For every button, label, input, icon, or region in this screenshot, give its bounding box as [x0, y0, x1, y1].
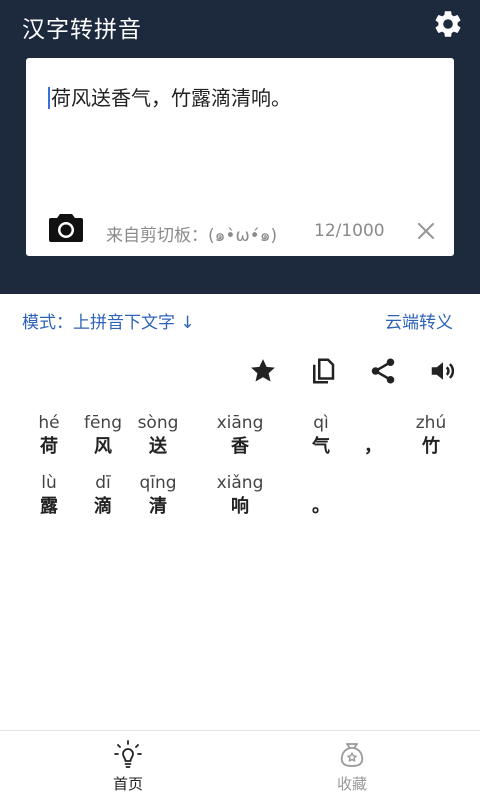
hanzi-text: 香: [231, 436, 249, 457]
input-card: 荷风送香气，竹露滴清响。 来自剪切板：(๑•̀ω•́๑) 12/1000: [26, 58, 454, 256]
pinyin-cell: qīng 清: [123, 472, 193, 520]
share-icon[interactable]: [368, 356, 398, 386]
pinyin-text: sòng: [137, 413, 179, 433]
pinyin-cell: 。: [286, 472, 356, 520]
pinyin-text: qīng: [139, 473, 177, 493]
tab-home[interactable]: 首页: [78, 739, 178, 794]
hanzi-text: 清: [149, 496, 167, 517]
text-caret: [48, 87, 50, 109]
star-icon[interactable]: [248, 356, 278, 386]
tab-favorites[interactable]: 收藏: [302, 739, 402, 794]
pinyin-text: [286, 472, 356, 494]
pinyin-text: xiǎng: [216, 473, 264, 493]
char-count: 12/1000: [314, 221, 385, 241]
pinyin-cell: xiǎng 响: [205, 472, 275, 520]
lightbulb-icon: [114, 740, 142, 768]
favorites-bag-icon: [340, 743, 364, 767]
tab-home-label: 首页: [112, 775, 143, 793]
gear-icon[interactable]: [432, 8, 464, 40]
hanzi-text: 。: [312, 496, 330, 517]
pinyin-cell: xiāng 香: [205, 412, 275, 460]
bottom-tab-bar: 首页 收藏: [0, 730, 480, 800]
mode-selector[interactable]: 模式：上拼音下文字 ↓: [22, 308, 195, 333]
text-input-value: 荷风送香气，竹露滴清响。: [51, 86, 291, 110]
hanzi-text: 竹: [422, 436, 440, 457]
header: 汉字转拼音 荷风送香气，竹露滴清响。 来自剪切板：(๑•̀ω•́๑) 12/10…: [0, 0, 480, 294]
text-input[interactable]: 荷风送香气，竹露滴清响。: [48, 82, 291, 111]
pinyin-text: xiāng: [216, 413, 264, 433]
pinyin-cell: sòng 送: [123, 412, 193, 460]
tab-favorites-label: 收藏: [336, 775, 367, 793]
clipboard-suggestion[interactable]: 来自剪切板：(๑•̀ω•́๑): [106, 221, 277, 249]
hanzi-text: 响: [231, 496, 249, 517]
app-title: 汉字转拼音: [22, 17, 142, 43]
close-icon[interactable]: [414, 219, 438, 243]
copy-icon[interactable]: [308, 356, 338, 386]
cloud-convert-link[interactable]: 云端转义: [385, 308, 453, 333]
camera-icon[interactable]: [48, 211, 84, 243]
volume-icon[interactable]: [428, 356, 458, 386]
pinyin-text: zhú: [415, 413, 447, 433]
pinyin-cell: zhú 竹: [396, 412, 466, 460]
hanzi-text: 送: [149, 436, 167, 457]
